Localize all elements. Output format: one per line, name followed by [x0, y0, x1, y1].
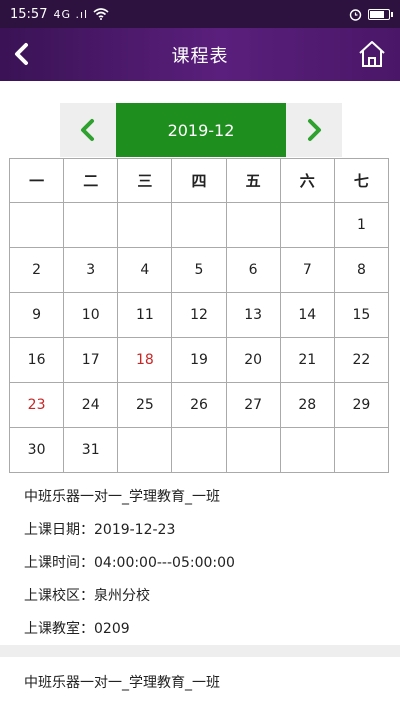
calendar-empty-cell: [333, 427, 390, 473]
calendar-day-cell[interactable]: 16: [8, 337, 65, 383]
calendar-day-cell[interactable]: 23: [8, 382, 65, 428]
calendar-day-cell[interactable]: 9: [8, 292, 65, 338]
prev-month-button[interactable]: [60, 103, 116, 157]
calendar-grid: 一 二 三 四 五 六 七 1 2 3 4 5 6 7 8 9 10 11 12 13 14 15 16 17 1…: [8, 158, 390, 473]
calendar-day-cell[interactable]: 28: [279, 382, 335, 428]
weekday-header-row: 一 二 三 四 五 六 七: [8, 158, 390, 203]
calendar-day-cell[interactable]: 21: [279, 337, 335, 383]
calendar-day-cell[interactable]: 5: [171, 247, 227, 293]
next-month-button[interactable]: [286, 103, 342, 157]
calendar-day-cell[interactable]: 27: [225, 382, 281, 428]
chevron-left-icon: [81, 119, 94, 141]
calendar-week-row: 23 24 25 26 27 28 29: [8, 382, 390, 428]
course-room: 上课教室：0209: [24, 621, 130, 637]
calendar-empty-cell: [171, 202, 227, 248]
calendar-empty-cell: [279, 202, 335, 248]
calendar-day-cell[interactable]: 6: [225, 247, 281, 293]
weekday-label: 四: [171, 158, 227, 203]
calendar-day-cell[interactable]: 18: [117, 337, 173, 383]
calendar-week-row: 16 17 18 19 20 21 22: [8, 337, 390, 383]
calendar-day-cell[interactable]: 22: [333, 337, 390, 383]
calendar-day-cell[interactable]: 25: [117, 382, 173, 428]
calendar-empty-cell: [225, 202, 281, 248]
current-month-label: 2019-12: [116, 103, 286, 157]
course-time: 上课时间：04:00:00---05:00:00: [24, 555, 235, 571]
calendar-empty-cell: [63, 202, 119, 248]
weekday-label: 六: [279, 158, 335, 203]
calendar-week-row: 2345678: [8, 247, 390, 293]
calendar-empty-cell: [117, 427, 173, 473]
calendar-day-cell[interactable]: 20: [225, 337, 281, 383]
calendar-week-row: 1: [8, 202, 390, 248]
alarm-icon: [349, 8, 362, 21]
section-divider: [0, 645, 400, 657]
calendar-week-row: 30 31: [8, 427, 390, 473]
calendar-day-cell[interactable]: 30: [8, 427, 65, 473]
app-header: 课程表: [0, 28, 400, 81]
weekday-label: 三: [117, 158, 173, 203]
calendar-day-cell[interactable]: 8: [333, 247, 390, 293]
calendar-day-cell[interactable]: 4: [117, 247, 173, 293]
calendar-day-cell[interactable]: 1: [333, 202, 390, 248]
calendar-empty-cell: [8, 202, 65, 248]
weekday-label: 一: [8, 158, 65, 203]
page-title: 课程表: [171, 45, 229, 67]
calendar-day-cell[interactable]: 7: [279, 247, 335, 293]
calendar-day-cell[interactable]: 31: [63, 427, 119, 473]
calendar-day-cell[interactable]: 13: [225, 292, 281, 338]
month-switcher: 2019-12: [60, 103, 342, 157]
calendar-day-cell[interactable]: 12: [171, 292, 227, 338]
status-bar: 15:57 4G .ıl: [0, 0, 400, 28]
course-card[interactable]: 中班乐器一对一_学理教育_一班: [0, 667, 400, 700]
calendar-empty-cell: [117, 202, 173, 248]
course-card[interactable]: 中班乐器一对一_学理教育_一班 上课日期：2019-12-23 上课时间：04:…: [0, 481, 400, 646]
calendar-day-cell[interactable]: 15: [333, 292, 390, 338]
calendar-day-cell[interactable]: 10: [63, 292, 119, 338]
calendar-day-cell[interactable]: 19: [171, 337, 227, 383]
calendar-day-cell[interactable]: 26: [171, 382, 227, 428]
weekday-label: 二: [63, 158, 119, 203]
calendar-empty-cell: [279, 427, 335, 473]
calendar-day-cell[interactable]: 29: [333, 382, 390, 428]
course-campus: 上课校区：泉州分校: [24, 588, 150, 604]
calendar-day-cell[interactable]: 24: [63, 382, 119, 428]
status-time: 15:57: [10, 6, 48, 22]
battery-icon: [368, 8, 393, 20]
weekday-label: 五: [225, 158, 281, 203]
calendar-empty-cell: [171, 427, 227, 473]
home-icon[interactable]: [358, 39, 386, 69]
course-name: 中班乐器一对一_学理教育_一班: [24, 675, 220, 691]
calendar-empty-cell: [225, 427, 281, 473]
calendar-day-cell[interactable]: 3: [63, 247, 119, 293]
chevron-right-icon: [308, 119, 321, 141]
calendar-day-cell[interactable]: 14: [279, 292, 335, 338]
battery-fill: [370, 10, 385, 18]
course-date: 上课日期：2019-12-23: [24, 522, 176, 538]
wifi-icon: [93, 8, 109, 20]
signal-icon: 4G .ıl: [53, 7, 89, 21]
calendar-day-cell[interactable]: 2: [8, 247, 65, 293]
calendar-week-row: 9 10 11 12 13 14 15: [8, 292, 390, 338]
calendar-day-cell[interactable]: 17: [63, 337, 119, 383]
calendar-day-cell[interactable]: 11: [117, 292, 173, 338]
chevron-left-icon[interactable]: [8, 38, 38, 70]
weekday-label: 七: [333, 158, 390, 203]
course-name: 中班乐器一对一_学理教育_一班: [24, 489, 220, 505]
